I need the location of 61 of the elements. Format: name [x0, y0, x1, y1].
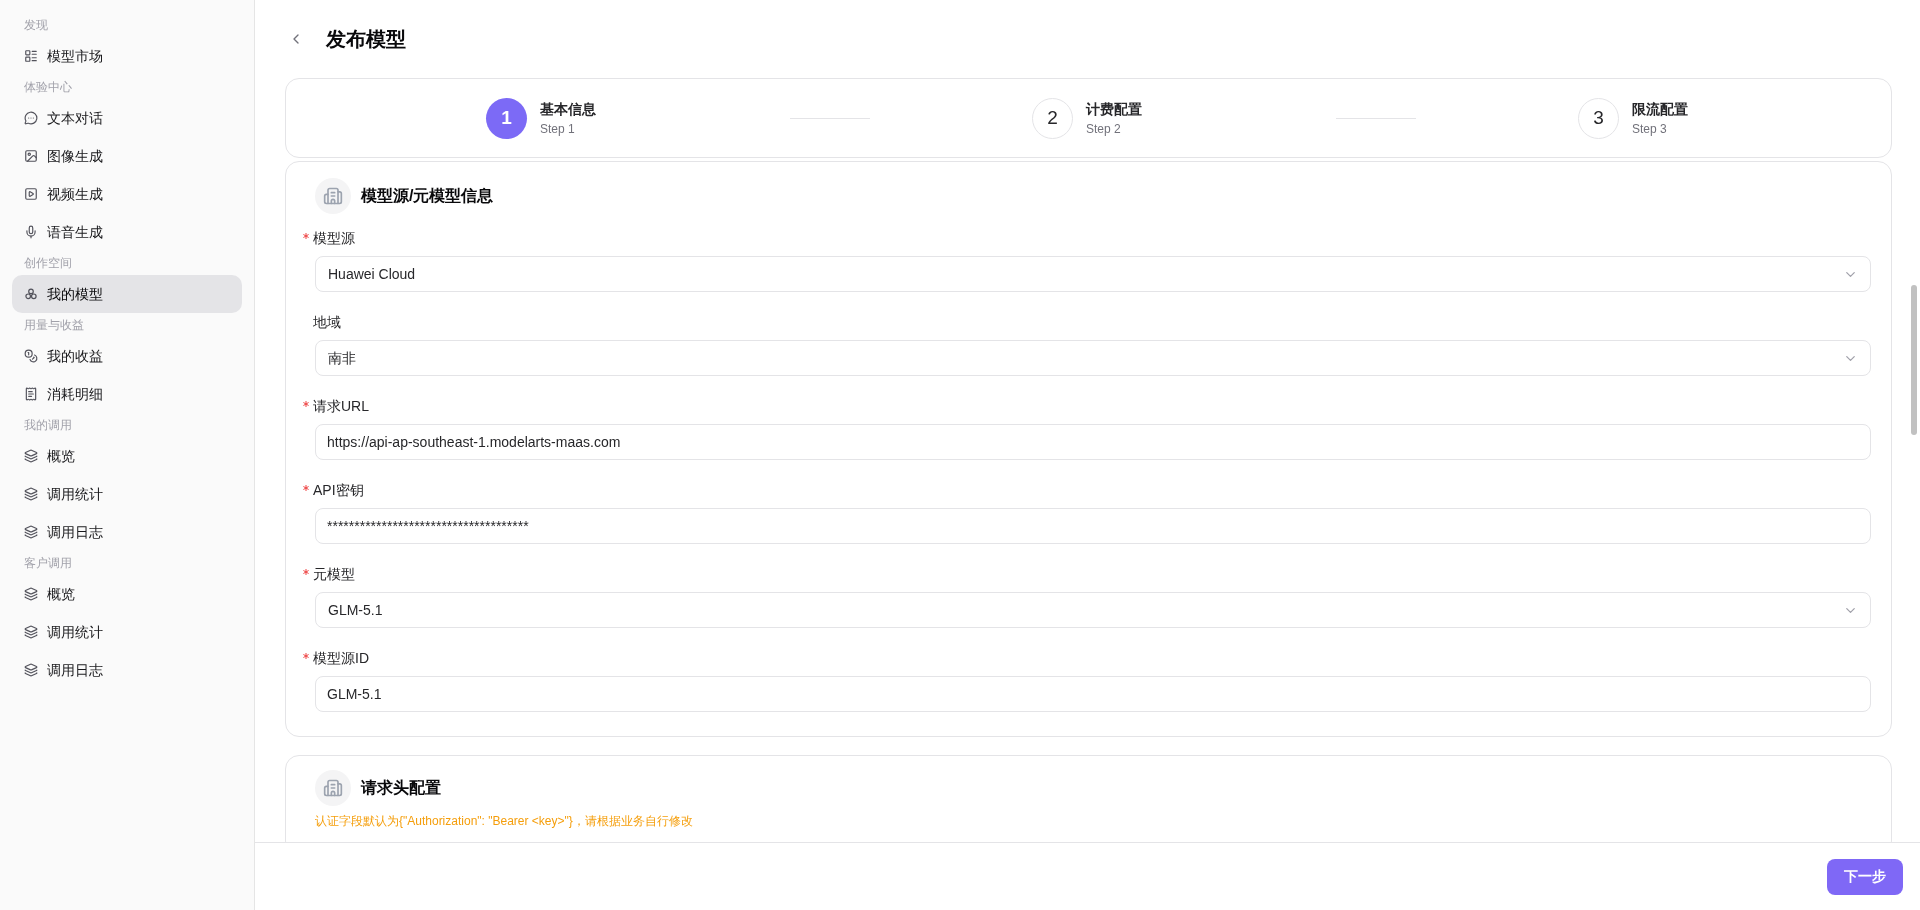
- sidebar-section-title: 体验中心: [23, 79, 73, 96]
- select-field[interactable]: Huawei Cloud: [315, 256, 1871, 292]
- building-icon: [315, 178, 351, 214]
- microphone-icon: [24, 225, 38, 239]
- building-icon: [315, 770, 351, 806]
- sidebar-item[interactable]: 概览: [12, 437, 242, 475]
- sidebar-item[interactable]: 概览: [12, 575, 242, 613]
- step-title: 基本信息: [540, 99, 596, 119]
- sidebar-item[interactable]: 视频生成: [12, 175, 242, 213]
- layers-icon: [24, 449, 38, 463]
- field-label: 元模型: [313, 564, 355, 584]
- sidebar-item[interactable]: 图像生成: [12, 137, 242, 175]
- step-subtitle: Step 2: [1086, 120, 1122, 138]
- card-title: 请求头配置: [361, 778, 441, 798]
- sidebar-section-title: 发现: [23, 17, 49, 34]
- sidebar-item[interactable]: 调用日志: [12, 651, 242, 689]
- circles-icon: [24, 287, 38, 301]
- layers-icon: [24, 663, 38, 677]
- sidebar-item[interactable]: 调用统计: [12, 475, 242, 513]
- layers-icon: [24, 587, 38, 601]
- field-label: API密钥: [313, 480, 364, 500]
- page-title: 发布模型: [326, 27, 406, 52]
- sidebar-section-title: 创作空间: [23, 255, 73, 272]
- sidebar-item[interactable]: 调用统计: [12, 613, 242, 651]
- field-label: 模型源ID: [313, 648, 369, 668]
- input-field[interactable]: GLM-5.1: [315, 676, 1871, 712]
- sidebar-item[interactable]: 我的收益: [12, 337, 242, 375]
- step-title: 计费配置: [1086, 99, 1142, 119]
- input-field[interactable]: https://api-ap-southeast-1.modelarts-maas.com: [315, 424, 1871, 460]
- step-subtitle: Step 3: [1632, 120, 1668, 138]
- next-button[interactable]: 下一步: [1827, 858, 1903, 895]
- step-title: 限流配置: [1632, 99, 1688, 119]
- field-label: 请求URL: [313, 396, 369, 416]
- layers-icon: [24, 487, 38, 501]
- select-field[interactable]: 南非: [315, 340, 1871, 376]
- input-field[interactable]: *************************************: [315, 508, 1871, 544]
- step-indicator[interactable]: 1: [486, 97, 527, 139]
- field-label: 模型源: [313, 228, 355, 248]
- hint-text: 认证字段默认为{"Authorization": "Bearer <key>"}，请根据业务自行修改: [315, 813, 694, 830]
- sidebar-item[interactable]: 调用日志: [12, 513, 242, 551]
- coins-icon: [24, 349, 38, 363]
- sidebar-item[interactable]: 语音生成: [12, 213, 242, 251]
- layers-icon: [24, 525, 38, 539]
- sidebar-section-title: 用量与收益: [23, 317, 85, 334]
- list-icon: [24, 49, 38, 63]
- sidebar-item[interactable]: 消耗明细: [12, 375, 242, 413]
- sidebar-section-title: 我的调用: [23, 417, 73, 434]
- receipt-icon: [24, 387, 38, 401]
- sidebar-section-title: 客户调用: [23, 555, 73, 572]
- image-icon: [24, 149, 38, 163]
- select-field[interactable]: GLM-5.1: [315, 592, 1871, 628]
- sidebar-item[interactable]: 文本对话: [12, 99, 242, 137]
- sidebar-item[interactable]: 我的模型: [12, 275, 242, 313]
- sidebar-item[interactable]: 模型市场: [12, 37, 242, 75]
- card-title: 模型源/元模型信息: [361, 186, 494, 206]
- step-subtitle: Step 1: [540, 120, 576, 138]
- video-icon: [24, 187, 38, 201]
- chat-bubble-icon: [24, 111, 38, 125]
- scrollbar-thumb[interactable]: [1911, 285, 1917, 435]
- layers-icon: [24, 625, 38, 639]
- field-label: 地域: [313, 312, 341, 332]
